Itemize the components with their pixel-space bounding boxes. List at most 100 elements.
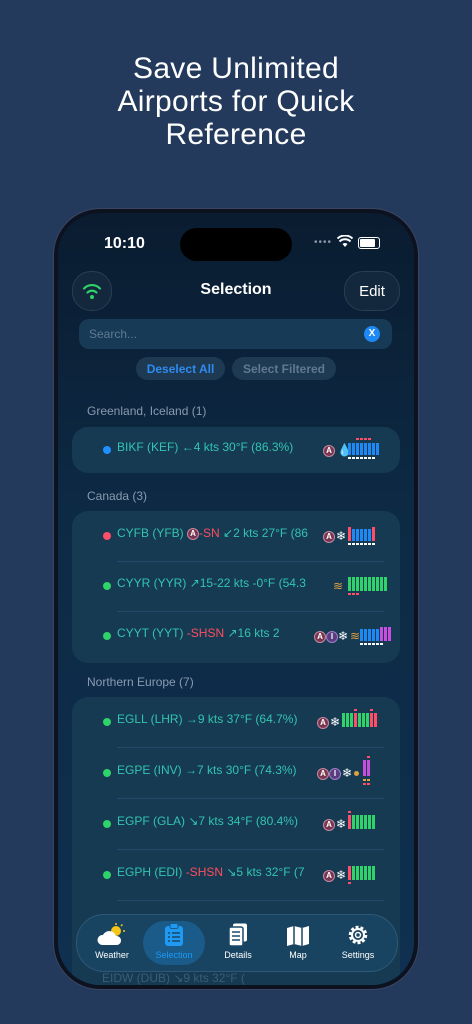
search-field[interactable]: Search... X [79, 319, 392, 349]
airport-summary: CYYT (YYT) -SHSN ↗16 kts 2 [117, 626, 323, 640]
status-bar: 10:10 •••• [58, 228, 414, 261]
wind-text: ↗15-22 kts [189, 576, 250, 590]
airport-code: CYYR (YYR) [117, 576, 187, 590]
airport-summary: CYYR (YYR) ↗15-22 kts -0°F (54.3 [117, 576, 323, 590]
headline: Save Unlimited Airports for Quick Refere… [0, 52, 472, 151]
airport-row[interactable]: CYFB (YFB) A -SN ↙2 kts 27°F (86 A ❄ [72, 511, 400, 561]
status-time: 10:10 [104, 235, 145, 252]
section-card: BIKF (KEF) ←4 kts 30°F (86.3%) A 💧 [72, 427, 400, 473]
snow-icon: ❄ [336, 529, 347, 543]
tab-settings[interactable]: Settings [327, 921, 389, 965]
status-dot [103, 718, 111, 726]
tab-map[interactable]: Map [267, 921, 329, 965]
airport-summary: CYFB (YFB) A -SN ↙2 kts 27°F (86 [117, 526, 323, 540]
alert-badge-icon: A [317, 768, 329, 780]
wind-icon: ≋ [333, 579, 344, 593]
alert-badge-icon: A [323, 531, 335, 543]
signal-icon: •••• [314, 237, 333, 248]
tab-label: Map [289, 950, 307, 960]
wind-text: ↘5 kts [226, 865, 262, 879]
tab-details[interactable]: Details [207, 921, 269, 965]
airport-summary: EGPF (GLA) ↘7 kts 34°F (80.4%) [117, 814, 323, 828]
airport-row[interactable]: EGLL (LHR) →9 kts 37°F (64.7%) A ❄ [72, 697, 400, 747]
clear-search-icon[interactable]: X [364, 326, 380, 342]
airport-code: BIKF (KEF) [117, 440, 179, 454]
deselect-all-button[interactable]: Deselect All [136, 357, 225, 380]
search-input[interactable]: Search... [89, 327, 137, 341]
app-screen: 10:10 •••• Selection Edit Search... X De… [58, 213, 414, 985]
forecast-bars-icon [363, 756, 370, 785]
weather-indicators: A ❄ [323, 811, 401, 836]
edit-button[interactable]: Edit [344, 271, 400, 311]
tab-selection[interactable]: Selection [143, 921, 205, 965]
wind-text: →7 kts [185, 763, 223, 777]
temp-text: 2 [272, 626, 280, 640]
airport-row[interactable]: CYYR (YYR) ↗15-22 kts -0°F (54.3 ≋ [72, 561, 400, 611]
tab-label: Weather [95, 950, 129, 960]
wind-text: ↗16 kts [227, 626, 270, 640]
headline-line-1: Save Unlimited [133, 52, 339, 85]
alert-badge-icon: A [323, 870, 335, 882]
status-dot [103, 820, 111, 828]
snow-icon: ❄ [336, 868, 347, 882]
airport-row[interactable]: BIKF (KEF) ←4 kts 30°F (86.3%) A 💧 [72, 425, 400, 475]
forecast-bars-icon [348, 811, 375, 829]
forecast-bars-icon [348, 527, 375, 545]
wind-text: ↙2 kts [223, 526, 259, 540]
airport-summary: EGPH (EDI) -SHSN ↘5 kts 32°F (7 [117, 865, 323, 879]
tab-label: Details [224, 950, 252, 960]
airport-code: EGPF (GLA) [117, 814, 186, 828]
temp-text: 32°F (7 [265, 865, 305, 879]
airport-row[interactable]: CYYT (YYT) -SHSN ↗16 kts 2 A I ❄ ≋ [72, 611, 400, 661]
clipboard-icon [165, 923, 183, 946]
status-dot [103, 582, 111, 590]
status-dot [103, 632, 111, 640]
alert-badge-icon: A [187, 528, 200, 540]
status-dot [103, 871, 111, 879]
dynamic-island [180, 228, 292, 261]
alert-badge-icon: A [323, 445, 335, 457]
weather-indicators: A 💧 [323, 438, 401, 462]
gear-icon [348, 925, 368, 945]
airport-row[interactable]: EGPF (GLA) ↘7 kts 34°F (80.4%) A ❄ [72, 799, 400, 849]
cloud-sun-icon [97, 923, 125, 945]
airport-row[interactable]: EGPH (EDI) -SHSN ↘5 kts 32°F (7 A ❄ [72, 850, 400, 900]
airport-row[interactable]: EGPE (INV) →7 kts 30°F (74.3%) A I ❄ [72, 748, 400, 798]
phone-frame: 10:10 •••• Selection Edit Search... X De… [54, 209, 418, 989]
info-badge-icon: I [329, 768, 341, 780]
weather-indicators: A I ❄ [317, 756, 401, 785]
forecast-bars-icon [348, 577, 387, 595]
airport-code: EGLL (LHR) [117, 712, 183, 726]
airport-code: EGPH (EDI) [117, 865, 183, 879]
snow-icon: ❄ [336, 817, 347, 831]
haze-icon [354, 771, 359, 776]
forecast-bars-icon [342, 709, 377, 727]
weather-indicators: ≋ [323, 576, 401, 598]
map-icon [287, 926, 309, 946]
section-header: Greenland, Iceland (1) [87, 404, 207, 418]
weather-indicators: A ❄ [323, 526, 401, 548]
snow-icon: ❄ [330, 715, 341, 729]
documents-icon [228, 923, 247, 947]
select-filtered-button[interactable]: Select Filtered [232, 357, 336, 380]
tab-label: Settings [341, 950, 375, 960]
battery-icon [358, 237, 380, 249]
wifi-status-icon [337, 235, 353, 247]
weather-code: -SHSN [186, 626, 225, 640]
airport-code: CYFB (YFB) [117, 526, 184, 540]
temp-text: -0°F (54.3 [252, 576, 306, 590]
forecast-bars-icon [348, 866, 375, 884]
temp-text: 30°F (86.3%) [222, 440, 294, 454]
snow-icon: ❄ [338, 629, 349, 643]
status-dot [103, 446, 111, 454]
airport-summary: EGPE (INV) →7 kts 30°F (74.3%) [117, 763, 323, 777]
forecast-bars-icon [348, 438, 379, 459]
weather-indicators: A I ❄ ≋ [314, 626, 401, 648]
tab-weather[interactable]: Weather [81, 921, 143, 965]
airport-summary: BIKF (KEF) ←4 kts 30°F (86.3%) [117, 440, 323, 454]
snow-icon: ❄ [342, 766, 353, 780]
status-dot [103, 532, 111, 540]
temp-text: 30°F (74.3%) [225, 763, 297, 777]
info-badge-icon: I [326, 631, 338, 643]
tab-label: Selection [155, 950, 193, 960]
